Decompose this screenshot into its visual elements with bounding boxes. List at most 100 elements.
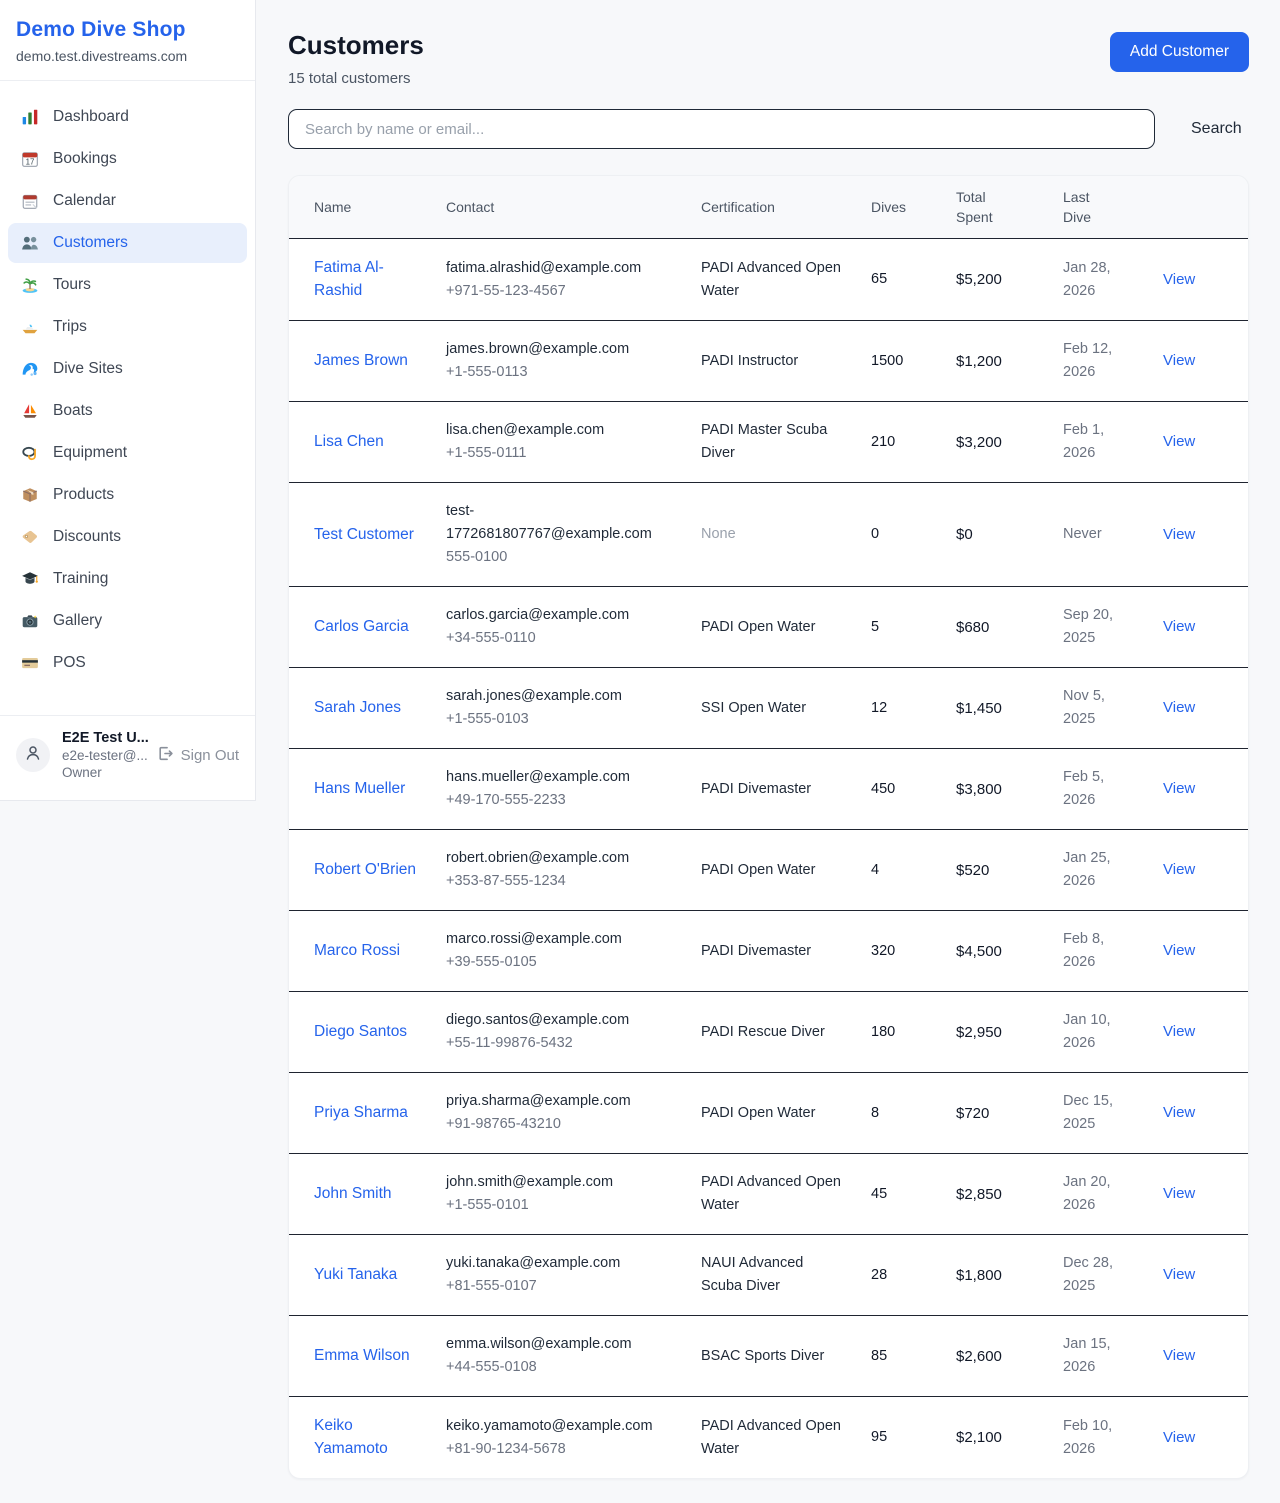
- view-customer-link[interactable]: View: [1163, 1266, 1195, 1283]
- sidebar-item-label: Boats: [53, 402, 93, 420]
- customer-last-dive: Nov 5, 2025: [1063, 685, 1139, 731]
- customer-phone: +49-170-555-2233: [446, 789, 677, 812]
- customer-phone: +39-555-0105: [446, 951, 677, 974]
- view-customer-link[interactable]: View: [1163, 861, 1195, 878]
- customer-phone: +971-55-123-4567: [446, 280, 677, 303]
- view-customer-link[interactable]: View: [1163, 618, 1195, 635]
- search-input[interactable]: [288, 109, 1155, 149]
- customer-name-link[interactable]: Test Customer: [314, 523, 414, 546]
- view-customer-link[interactable]: View: [1163, 526, 1195, 543]
- sidebar-item-dive-sites[interactable]: Dive Sites: [8, 349, 247, 389]
- search-button[interactable]: Search: [1181, 114, 1252, 144]
- customer-email: keiko.yamamoto@example.com: [446, 1415, 677, 1438]
- customer-phone: +353-87-555-1234: [446, 870, 677, 893]
- contact-cell: priya.sharma@example.com+91-98765-43210: [434, 1073, 689, 1154]
- customer-email: diego.santos@example.com: [446, 1009, 677, 1032]
- view-customer-link[interactable]: View: [1163, 1347, 1195, 1364]
- customer-name-link[interactable]: Sarah Jones: [314, 696, 401, 719]
- customer-name-link[interactable]: Fatima Al-Rashid: [314, 256, 422, 302]
- sidebar-item-tours[interactable]: Tours: [8, 265, 247, 305]
- customer-total-spent: $1,800: [956, 1264, 1039, 1287]
- customer-email: john.smith@example.com: [446, 1171, 677, 1194]
- camera-icon: [20, 611, 40, 631]
- customer-certification: None: [701, 523, 847, 546]
- page-header: Customers 15 total customers Add Custome…: [288, 30, 1249, 87]
- customer-total-spent: $4,500: [956, 940, 1039, 963]
- shop-name: Demo Dive Shop: [16, 18, 239, 42]
- customer-email: sarah.jones@example.com: [446, 685, 677, 708]
- table-row: James Brownjames.brown@example.com+1-555…: [289, 321, 1249, 402]
- customer-total-spent: $680: [956, 616, 1039, 639]
- sidebar-item-label: Dashboard: [53, 108, 129, 126]
- view-customer-link[interactable]: View: [1163, 1023, 1195, 1040]
- view-customer-link[interactable]: View: [1163, 1185, 1195, 1202]
- sidebar-item-products[interactable]: Products: [8, 475, 247, 515]
- package-icon: [20, 485, 40, 505]
- customer-dives: 0: [871, 523, 932, 546]
- sidebar-item-label: Calendar: [53, 192, 116, 210]
- customer-name-link[interactable]: Hans Mueller: [314, 777, 405, 800]
- customer-name-link[interactable]: Yuki Tanaka: [314, 1263, 397, 1286]
- avatar: [16, 738, 50, 772]
- table-row: John Smithjohn.smith@example.com+1-555-0…: [289, 1154, 1249, 1235]
- customer-total-spent: $3,800: [956, 778, 1039, 801]
- sidebar-item-label: Tours: [53, 276, 91, 294]
- customer-name-link[interactable]: Diego Santos: [314, 1020, 407, 1043]
- customer-total-spent: $0: [956, 523, 1039, 546]
- graduation-cap-icon: [20, 569, 40, 589]
- view-customer-link[interactable]: View: [1163, 942, 1195, 959]
- customer-name-link[interactable]: Marco Rossi: [314, 939, 400, 962]
- customer-name-link[interactable]: Emma Wilson: [314, 1344, 410, 1367]
- customers-icon: [20, 233, 40, 253]
- sidebar-item-gallery[interactable]: Gallery: [8, 601, 247, 641]
- view-customer-link[interactable]: View: [1163, 1429, 1195, 1446]
- sidebar-item-trips[interactable]: Trips: [8, 307, 247, 347]
- customer-dives: 5: [871, 616, 932, 639]
- customer-last-dive: Feb 5, 2026: [1063, 766, 1139, 812]
- contact-cell: lisa.chen@example.com+1-555-0111: [434, 402, 689, 483]
- sidebar-item-calendar[interactable]: Calendar: [8, 181, 247, 221]
- customers-table-card: Name Contact Certification Dives Total S…: [288, 175, 1249, 1479]
- page-title: Customers: [288, 30, 424, 61]
- add-customer-button[interactable]: Add Customer: [1110, 32, 1249, 72]
- customer-last-dive: Feb 1, 2026: [1063, 419, 1139, 465]
- customer-certification: PADI Rescue Diver: [701, 1021, 847, 1044]
- customer-name-link[interactable]: Lisa Chen: [314, 430, 384, 453]
- sign-out-button[interactable]: Sign Out: [157, 745, 239, 766]
- table-header-row: Name Contact Certification Dives Total S…: [289, 176, 1249, 239]
- sidebar-item-training[interactable]: Training: [8, 559, 247, 599]
- sidebar-item-bookings[interactable]: 17Bookings: [8, 139, 247, 179]
- customer-last-dive: Sep 20, 2025: [1063, 604, 1139, 650]
- view-customer-link[interactable]: View: [1163, 352, 1195, 369]
- customer-name-link[interactable]: Keiko Yamamoto: [314, 1414, 422, 1460]
- view-customer-link[interactable]: View: [1163, 699, 1195, 716]
- contact-cell: sarah.jones@example.com+1-555-0103: [434, 668, 689, 749]
- customer-name-link[interactable]: Carlos Garcia: [314, 615, 409, 638]
- customer-name-link[interactable]: John Smith: [314, 1182, 392, 1205]
- view-customer-link[interactable]: View: [1163, 780, 1195, 797]
- sidebar-item-dashboard[interactable]: Dashboard: [8, 97, 247, 137]
- table-row: Marco Rossimarco.rossi@example.com+39-55…: [289, 911, 1249, 992]
- customer-certification: SSI Open Water: [701, 697, 847, 720]
- sidebar-item-boats[interactable]: Boats: [8, 391, 247, 431]
- customer-total-spent: $5,200: [956, 268, 1039, 291]
- customer-last-dive: Feb 8, 2026: [1063, 928, 1139, 974]
- customer-name-link[interactable]: James Brown: [314, 349, 408, 372]
- column-header-name: Name: [289, 176, 434, 239]
- tag-icon: [20, 527, 40, 547]
- column-header-last-dive: Last Dive: [1051, 176, 1151, 239]
- sidebar-item-label: Equipment: [53, 444, 127, 462]
- customer-phone: +1-555-0113: [446, 361, 677, 384]
- main-content: Customers 15 total customers Add Custome…: [256, 0, 1280, 1503]
- customer-name-link[interactable]: Priya Sharma: [314, 1101, 408, 1124]
- sidebar-item-customers[interactable]: Customers: [8, 223, 247, 263]
- view-customer-link[interactable]: View: [1163, 433, 1195, 450]
- shop-domain: demo.test.divestreams.com: [16, 48, 239, 64]
- customer-name-link[interactable]: Robert O'Brien: [314, 858, 416, 881]
- sidebar-item-equipment[interactable]: Equipment: [8, 433, 247, 473]
- view-customer-link[interactable]: View: [1163, 271, 1195, 288]
- view-customer-link[interactable]: View: [1163, 1104, 1195, 1121]
- sidebar-item-discounts[interactable]: Discounts: [8, 517, 247, 557]
- sidebar-item-pos[interactable]: POS: [8, 643, 247, 683]
- dive-mask-icon: [20, 443, 40, 463]
